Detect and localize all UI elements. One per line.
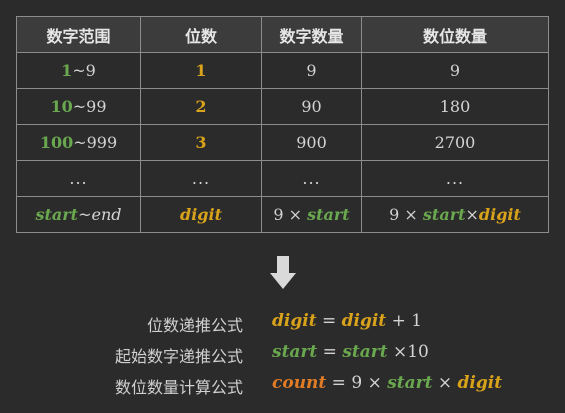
times-symbol: × — [465, 205, 479, 224]
formula-row: 起始数字递推公式 start = start ×10 — [0, 339, 565, 370]
ellipsis-cell: ... — [140, 160, 262, 197]
total-cell: 9 × start×digit — [361, 196, 549, 233]
ellipsis-cell: ... — [16, 160, 141, 197]
formula-label: 位数递推公式 — [146, 316, 243, 335]
table-row-general: start~end digit 9 × start 9 × start×digi… — [16, 196, 549, 233]
formula-var-start: start — [387, 373, 433, 393]
range-cell: 10~99 — [16, 88, 141, 125]
range-cell: 100~999 — [16, 124, 141, 161]
header-number-range: 数字范围 — [16, 16, 141, 53]
count-cell: 900 — [261, 124, 362, 161]
formula-rhs-num: 10 — [407, 342, 429, 362]
range-start: start — [35, 205, 79, 224]
formula-label: 数位数量计算公式 — [114, 378, 243, 397]
digit-value: digit — [180, 205, 222, 224]
ellipsis-cell: ... — [361, 160, 549, 197]
total-cell: 9 — [361, 52, 549, 89]
header-digit-count: 数位数量 — [361, 16, 549, 53]
formula-rhs-var: digit — [341, 311, 387, 331]
times-symbol: × — [288, 205, 302, 224]
range-end: 9 — [85, 61, 96, 80]
times-symbol: × — [367, 373, 382, 393]
table-row: 10~99 2 90 180 — [16, 88, 549, 125]
header-digit: 位数 — [140, 16, 262, 53]
formula-lhs: digit — [272, 311, 317, 331]
ellipsis-cell: ... — [261, 160, 362, 197]
range-cell: 1~9 — [16, 52, 141, 89]
table-row: ... ... ... ... — [16, 160, 549, 197]
range-start: 100 — [39, 133, 74, 152]
range-sep: ~ — [78, 205, 92, 224]
formula-expression: start = start ×10 — [272, 342, 429, 362]
equals-symbol: = — [331, 373, 346, 393]
range-end: 99 — [86, 97, 107, 116]
table-row: 1~9 1 9 9 — [16, 52, 549, 89]
total-cell: 2700 — [361, 124, 549, 161]
formula-coef: 9 — [351, 373, 363, 393]
equals-symbol: = — [322, 342, 337, 362]
table-header-row: 数字范围 位数 数字数量 数位数量 — [16, 16, 549, 53]
formula-rhs-var: start — [342, 342, 388, 362]
range-sep: ~ — [73, 133, 87, 152]
digit-cell: 1 — [140, 52, 262, 89]
total-var-digit: digit — [478, 205, 521, 224]
formula-list: 位数递推公式 digit = digit + 1 起始数字递推公式 start … — [0, 308, 565, 401]
digit-count-figure: 数字范围 位数 数字数量 数位数量 1~9 1 9 9 10~99 2 90 1… — [0, 0, 565, 413]
range-sep: ~ — [72, 97, 87, 116]
times-symbol: × — [392, 342, 408, 362]
total-coef: 9 — [389, 205, 400, 224]
formula-lhs: start — [272, 342, 318, 362]
digit-cell: 3 — [140, 124, 262, 161]
formula-row: 数位数量计算公式 count = 9 × start × digit — [0, 370, 565, 401]
count-cell: 9 — [261, 52, 362, 89]
count-cell: 9 × start — [261, 196, 362, 233]
range-start: 1 — [61, 61, 73, 80]
formula-rhs-num: 1 — [411, 311, 423, 331]
formula-row: 位数递推公式 digit = digit + 1 — [0, 308, 565, 339]
range-end: end — [91, 205, 122, 224]
total-cell: 180 — [361, 88, 549, 125]
digit-range-table: 数字范围 位数 数字数量 数位数量 1~9 1 9 9 10~99 2 90 1… — [16, 16, 549, 233]
times-symbol: × — [404, 205, 418, 224]
count-coef: 9 — [273, 205, 284, 224]
digit-value: 1 — [195, 61, 207, 80]
plus-symbol: + — [391, 311, 406, 331]
digit-value: 3 — [195, 133, 207, 152]
formula-expression: count = 9 × start × digit — [272, 373, 502, 393]
range-sep: ~ — [72, 61, 86, 80]
down-arrow-icon — [270, 256, 296, 289]
header-number-count: 数字数量 — [261, 16, 362, 53]
formula-label: 起始数字递推公式 — [114, 347, 243, 366]
range-end: 999 — [86, 133, 118, 152]
times-symbol: × — [437, 373, 453, 393]
count-cell: 90 — [261, 88, 362, 125]
digit-cell: 2 — [140, 88, 262, 125]
table-row: 100~999 3 900 2700 — [16, 124, 549, 161]
total-var-start: start — [422, 205, 466, 224]
formula-var-digit: digit — [457, 373, 503, 393]
digit-value: 2 — [195, 97, 207, 116]
count-var: start — [307, 205, 350, 224]
range-start: 10 — [50, 97, 73, 116]
range-cell: start~end — [16, 196, 141, 233]
formula-lhs: count — [272, 373, 327, 393]
digit-cell: digit — [140, 196, 262, 233]
equals-symbol: = — [321, 311, 337, 331]
formula-expression: digit = digit + 1 — [272, 311, 422, 331]
